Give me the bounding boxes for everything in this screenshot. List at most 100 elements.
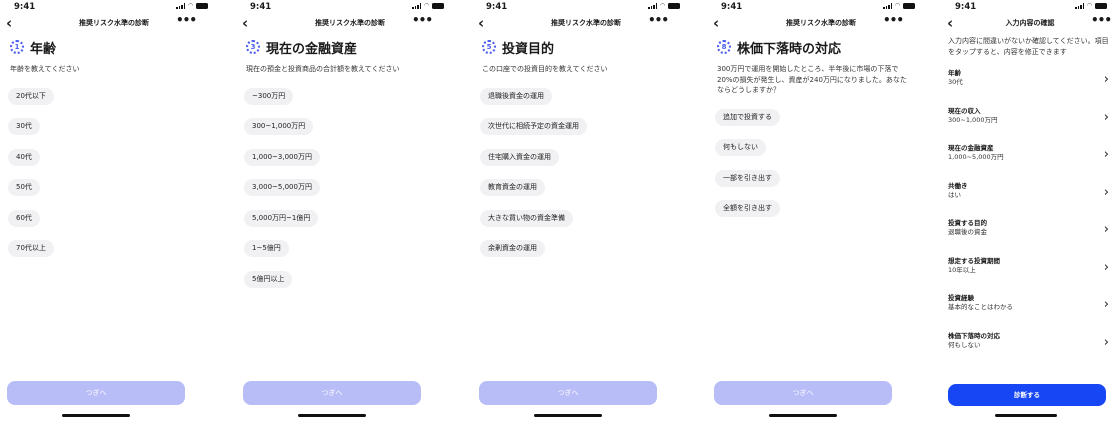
next-button[interactable]: つぎへ	[7, 381, 185, 405]
home-indicator	[769, 414, 837, 417]
chevron-right-icon: ›	[1103, 184, 1109, 200]
option-chip[interactable]: 追加で投資する	[715, 108, 780, 126]
question-header: 8 株価下落時の対応	[711, 36, 931, 58]
question-title: 投資目的	[502, 41, 555, 57]
home-indicator	[995, 414, 1057, 417]
more-icon[interactable]: •••	[1091, 14, 1112, 26]
chevron-right-icon: ›	[1103, 147, 1109, 162]
review-label: 想定する投資期間	[948, 256, 1000, 265]
option-chip[interactable]: 退職後資金の運用	[480, 87, 552, 105]
chevron-right-icon: ›	[1103, 297, 1109, 312]
wifi-icon: ◠	[1087, 2, 1092, 9]
option-chip[interactable]: 5,000万円~1億円	[244, 209, 319, 227]
review-item-experience[interactable]: 投資経験 基本的なことはわかる ›	[945, 294, 1115, 332]
diagnose-button[interactable]: 診断する	[948, 384, 1106, 406]
review-item-drop-response[interactable]: 株価下落時の対応 何もしない ›	[945, 332, 1115, 370]
signal-icon	[1075, 3, 1085, 9]
more-icon[interactable]: •••	[648, 14, 669, 26]
option-chip[interactable]: 教育資金の運用	[480, 179, 545, 196]
status-bar: 9:41 ◠	[240, 0, 460, 14]
review-value: はい	[948, 190, 961, 199]
screen-age: 9:41 ◠ ‹ 推奨リスク水準の診断 ••• 1 年齢 年齢を教えてください …	[4, 0, 224, 433]
signal-icon	[176, 3, 186, 9]
option-chip[interactable]: 20代以下	[8, 87, 54, 105]
chevron-right-icon: ›	[1103, 109, 1109, 125]
battery-icon	[432, 3, 444, 9]
status-time: 9:41	[721, 2, 743, 12]
more-icon[interactable]: •••	[883, 14, 904, 26]
home-indicator	[534, 414, 602, 417]
more-icon[interactable]: •••	[176, 14, 197, 26]
more-icon[interactable]: •••	[412, 14, 433, 26]
question-title: 年齢	[30, 41, 57, 57]
progress-ring-icon: 3	[246, 40, 260, 54]
option-chip[interactable]: 全額を引き出す	[715, 200, 780, 217]
nav-title: 入力内容の確認	[1005, 19, 1055, 27]
next-button[interactable]: つぎへ	[714, 381, 892, 405]
chevron-right-icon: ›	[1103, 334, 1109, 350]
signal-icon	[648, 3, 658, 9]
screen-market-drop-response: 9:41 ◠ ‹ 推奨リスク水準の診断 ••• 8 株価下落時の対応 300万円…	[711, 0, 931, 433]
option-chip[interactable]: 40代	[8, 148, 40, 166]
chevron-right-icon: ›	[1103, 72, 1109, 87]
review-value: 30代	[948, 78, 963, 86]
option-chip[interactable]: 1,000~3,000万円	[244, 148, 320, 166]
review-item-period[interactable]: 想定する投資期間 10年以上 ›	[945, 257, 1115, 295]
option-chip[interactable]: 住宅購入資金の運用	[480, 148, 559, 166]
review-list: 年齢 30代 › 現在の収入 300~1,000万円 › 現在の金融資産 1,0…	[945, 69, 1115, 369]
review-value: 何もしない	[948, 340, 981, 349]
review-label: 年齢	[948, 69, 961, 77]
wifi-icon: ◠	[424, 2, 429, 9]
wifi-icon: ◠	[895, 2, 900, 9]
progress-ring-icon: 5	[482, 40, 496, 54]
status-time: 9:41	[14, 2, 36, 12]
question-header: 3 現在の金融資産	[240, 36, 460, 58]
option-list: 追加で投資する 何もしない 一部を引き出す 全額を引き出す	[711, 104, 931, 226]
question-description: この口座での投資目的を教えてください	[482, 65, 608, 73]
review-label: 現在の金融資産	[948, 144, 994, 152]
progress-ring-icon: 8	[717, 40, 731, 54]
screen-financial-assets: 9:41 ◠ ‹ 推奨リスク水準の診断 ••• 3 現在の金融資産 現在の預金と…	[240, 0, 460, 433]
option-chip[interactable]: 300~1,000万円	[244, 118, 314, 135]
option-chip[interactable]: 次世代に相続予定の資金運用	[480, 118, 587, 135]
option-chip[interactable]: 1~5億円	[244, 240, 289, 257]
review-item-income[interactable]: 現在の収入 300~1,000万円 ›	[945, 107, 1115, 145]
question-header: 5 投資目的	[476, 36, 696, 58]
question-description: 年齢を教えてください	[10, 65, 80, 73]
chevron-right-icon: ›	[1103, 259, 1109, 275]
next-button[interactable]: つぎへ	[479, 381, 657, 405]
status-bar: 9:41 ◠	[945, 0, 1115, 14]
review-item-assets[interactable]: 現在の金融資産 1,000~5,000万円 ›	[945, 144, 1115, 182]
battery-icon	[668, 3, 680, 9]
review-value: 10年以上	[948, 265, 976, 274]
nav-bar: ‹ 推奨リスク水準の診断 •••	[240, 14, 460, 34]
nav-bar: ‹ 推奨リスク水準の診断 •••	[711, 14, 931, 34]
review-label: 投資する目的	[948, 219, 987, 227]
review-item-purpose[interactable]: 投資する目的 退職後の資金 ›	[945, 219, 1115, 257]
nav-bar: ‹ 推奨リスク水準の診断 •••	[4, 14, 224, 34]
review-label: 株価下落時の対応	[948, 331, 1000, 340]
review-item-age[interactable]: 年齢 30代 ›	[945, 69, 1115, 107]
status-time: 9:41	[250, 2, 272, 12]
option-chip[interactable]: 何もしない	[715, 139, 766, 156]
next-button[interactable]: つぎへ	[243, 381, 421, 405]
wifi-icon: ◠	[660, 2, 665, 9]
review-value: 1,000~5,000万円	[948, 153, 1004, 161]
status-time: 9:41	[955, 2, 977, 12]
option-list: 退職後資金の運用 次世代に相続予定の資金運用 住宅購入資金の運用 教育資金の運用…	[476, 83, 696, 266]
option-chip[interactable]: 60代	[8, 209, 40, 227]
review-value: 基本的なことはわかる	[948, 303, 1013, 311]
nav-bar: ‹ 推奨リスク水準の診断 •••	[476, 14, 696, 34]
option-chip[interactable]: 50代	[8, 179, 40, 196]
review-value: 300~1,000万円	[948, 115, 998, 124]
option-chip[interactable]: 大きな買い物の資金準備	[480, 209, 573, 227]
question-title: 現在の金融資産	[266, 41, 358, 57]
option-chip[interactable]: 30代	[8, 118, 40, 135]
option-chip[interactable]: 余剰資金の運用	[480, 240, 545, 257]
option-chip[interactable]: 3,000~5,000万円	[244, 179, 320, 196]
review-item-dual-income[interactable]: 共働き はい ›	[945, 182, 1115, 220]
option-chip[interactable]: 一部を引き出す	[715, 169, 780, 187]
option-chip[interactable]: 70代以上	[8, 240, 54, 257]
option-chip[interactable]: 5億円以上	[244, 270, 293, 288]
option-chip[interactable]: ~300万円	[244, 87, 294, 105]
